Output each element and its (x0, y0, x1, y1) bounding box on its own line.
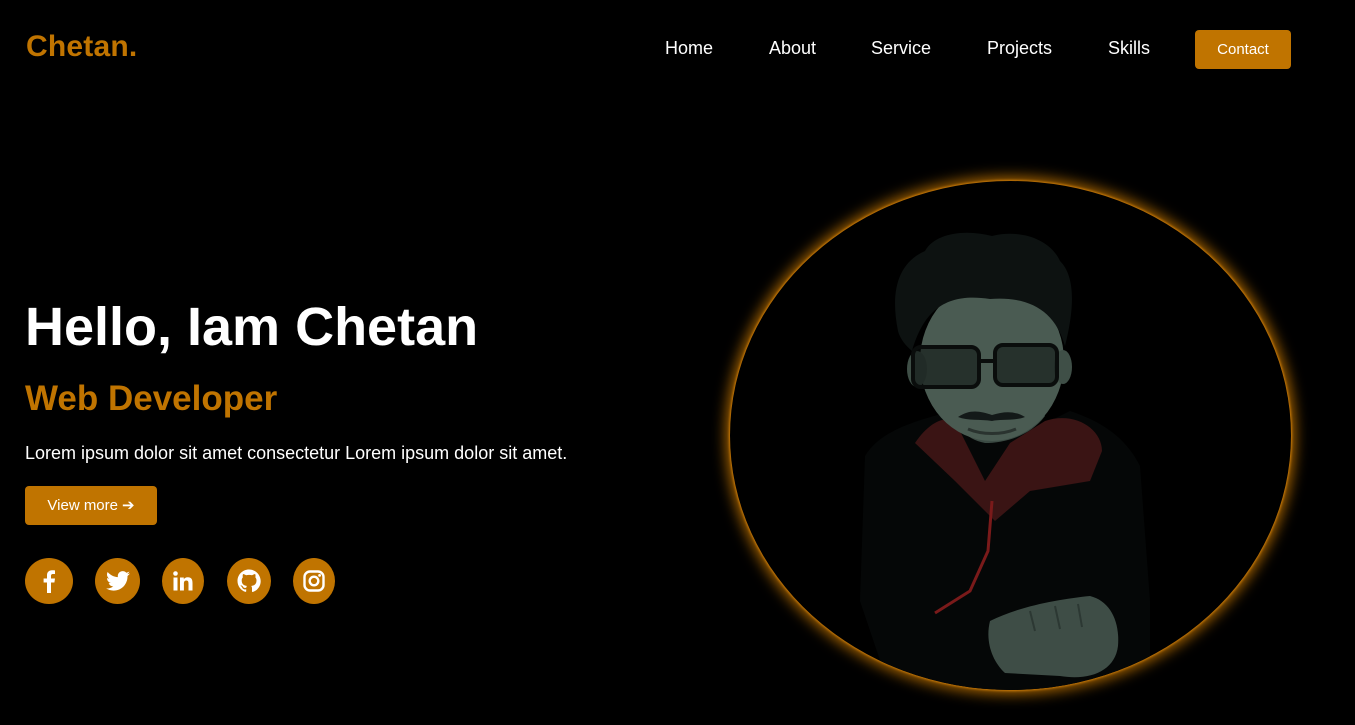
facebook-link[interactable] (25, 558, 73, 604)
twitter-link[interactable] (95, 558, 140, 604)
view-more-button[interactable]: View more ➔ (25, 486, 157, 525)
social-links (0, 558, 400, 606)
nav-item-home[interactable]: Home (665, 38, 713, 59)
hero-subtitle: Web Developer (25, 379, 278, 418)
profile-portrait (730, 181, 1291, 690)
view-more-label: View more (47, 497, 118, 514)
arrow-right-icon: ➔ (122, 497, 135, 514)
nav-item-projects[interactable]: Projects (987, 38, 1052, 59)
nav-item-about[interactable]: About (769, 38, 816, 59)
instagram-icon (303, 570, 325, 592)
nav-item-skills[interactable]: Skills (1108, 38, 1150, 59)
main-nav: Home About Service Projects Skills (0, 38, 1355, 62)
nav-item-service[interactable]: Service (871, 38, 931, 59)
linkedin-link[interactable] (162, 558, 204, 604)
github-icon (237, 569, 261, 593)
page: Chetan. Home About Service Projects Skil… (0, 0, 1355, 725)
hero-title: Hello, Iam Chetan (25, 297, 479, 357)
linkedin-icon (173, 571, 193, 591)
contact-button[interactable]: Contact (1195, 30, 1291, 69)
github-link[interactable] (227, 558, 271, 604)
person-photo-icon (860, 232, 1150, 690)
hero-description: Lorem ipsum dolor sit amet consectetur L… (25, 443, 568, 463)
twitter-icon (105, 571, 130, 591)
instagram-link[interactable] (293, 558, 335, 604)
facebook-icon (42, 569, 56, 593)
